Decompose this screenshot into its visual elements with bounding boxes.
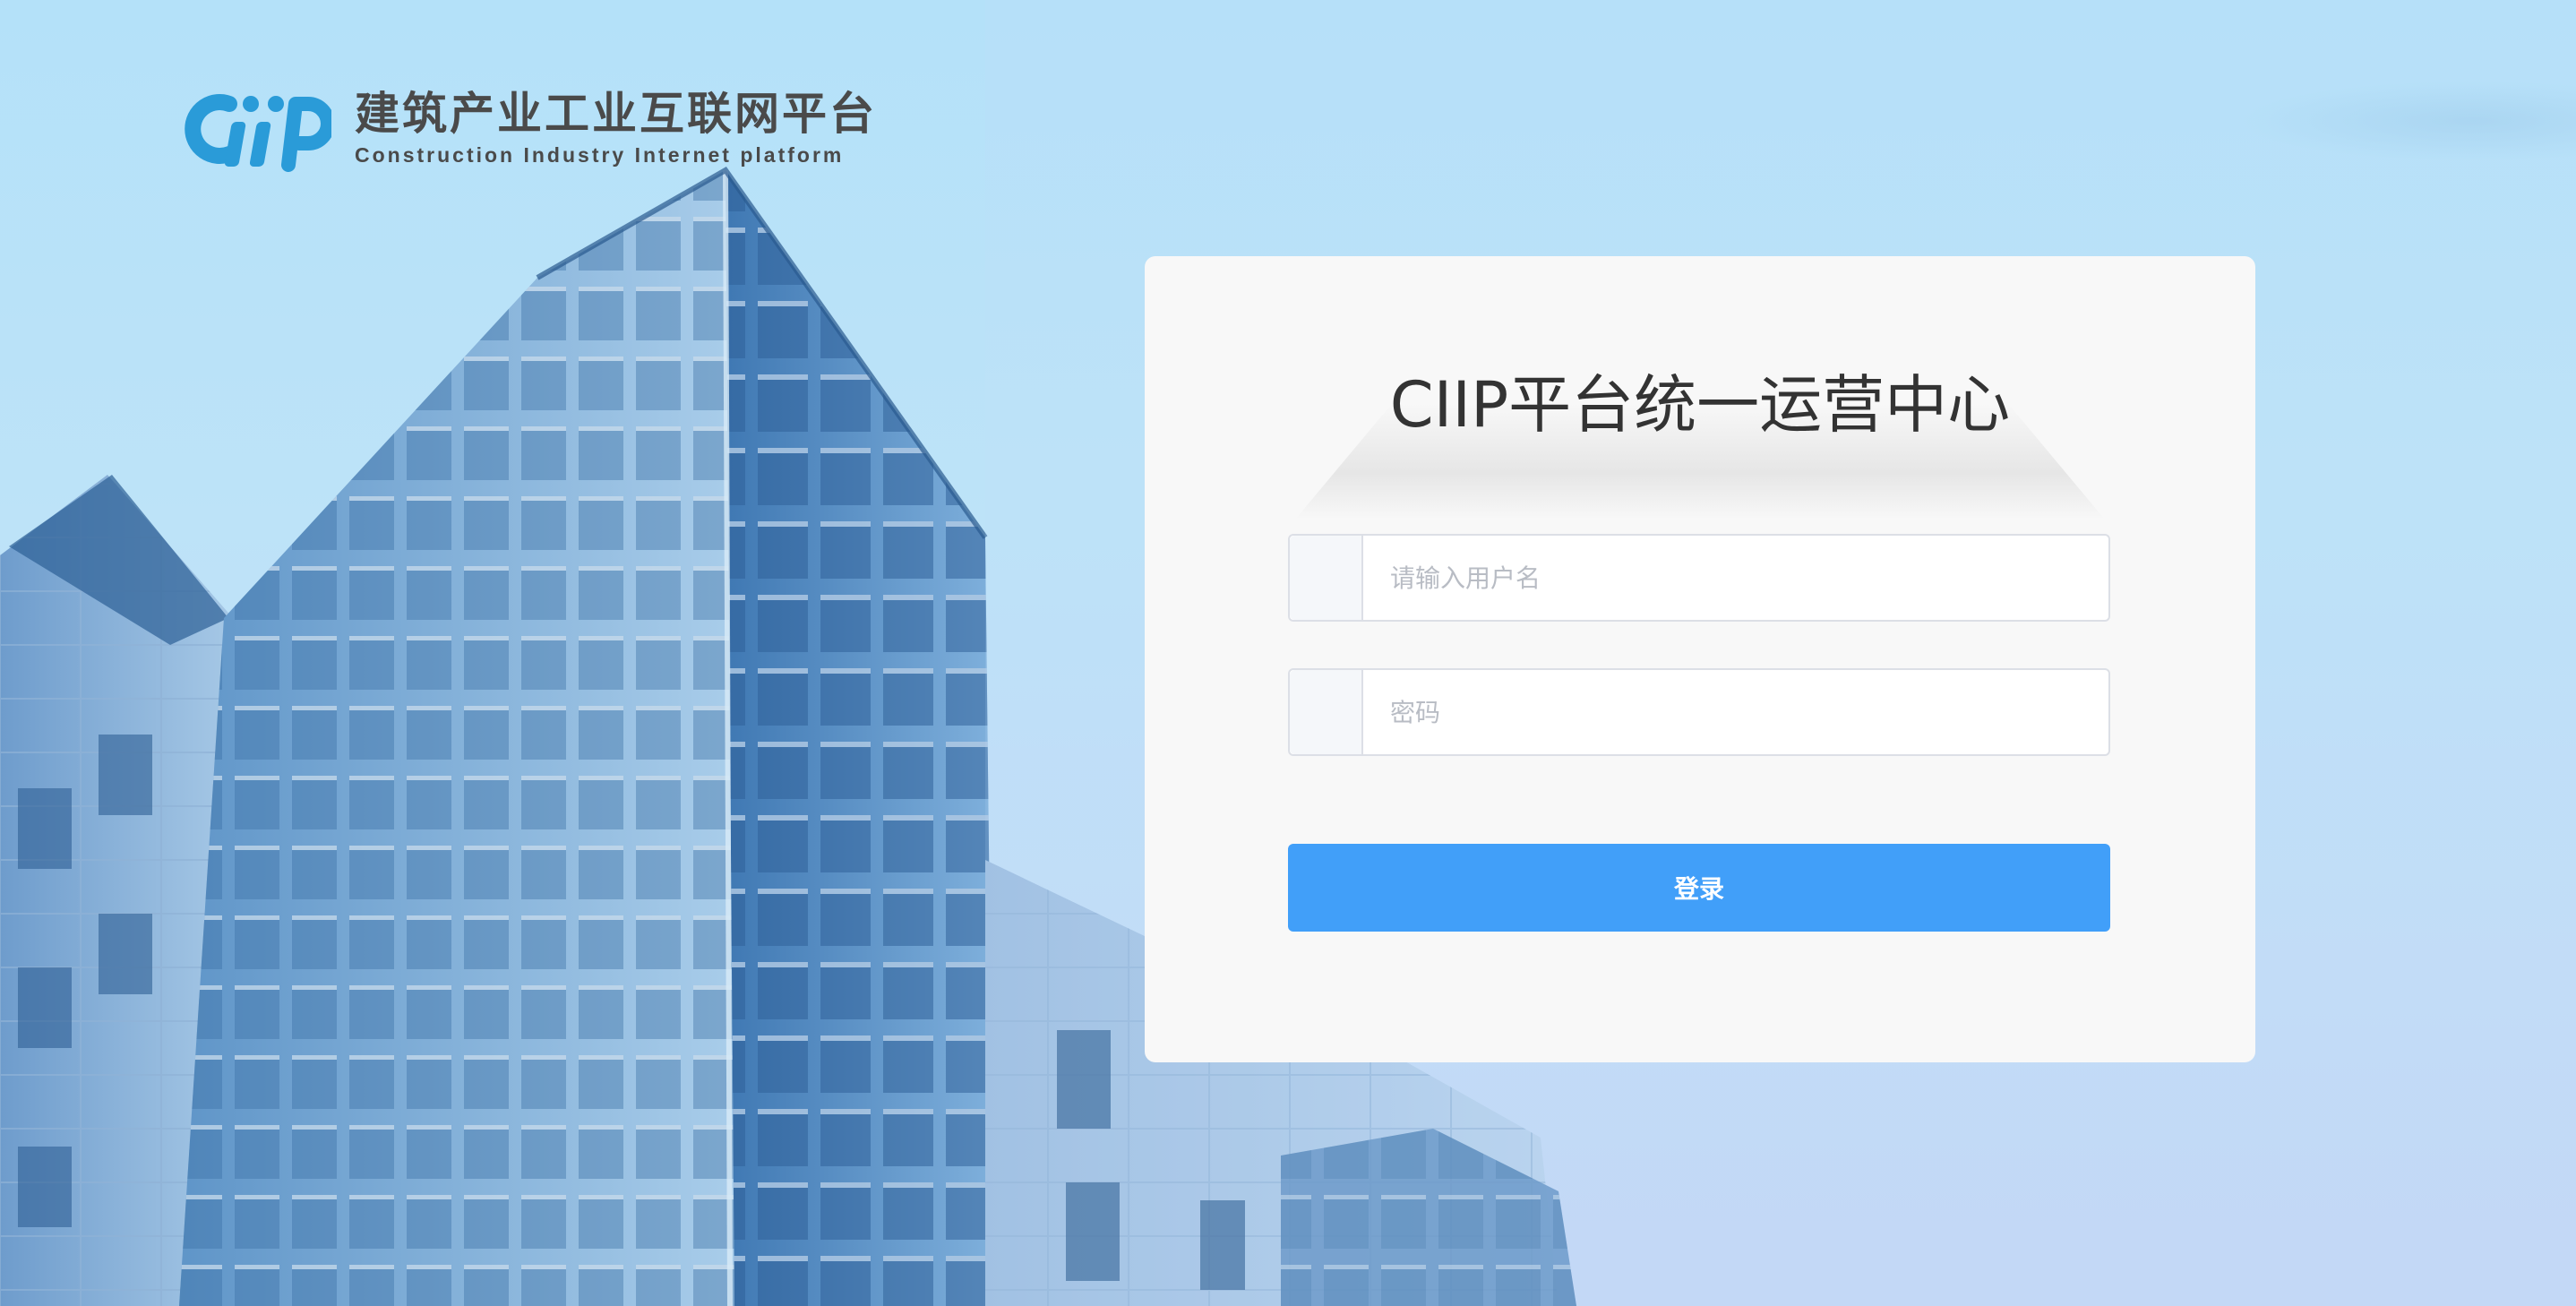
brand-text: 建筑产业工业互联网平台 Construction Industry Intern… [355,90,877,168]
brand-logo: 建筑产业工业互联网平台 Construction Industry Intern… [183,86,877,172]
username-field [1288,534,2110,622]
login-page: 建筑产业工业互联网平台 Construction Industry Intern… [0,0,2576,1306]
password-prefix [1290,670,1363,754]
ciip-logo-icon [185,94,331,172]
username-prefix [1290,536,1363,620]
login-title: CIIP平台统一运营中心 [1389,368,2011,442]
brand-name-en: Construction Industry Internet platform [355,142,845,167]
password-field [1288,668,2110,756]
login-button[interactable]: 登录 [1288,844,2110,932]
password-input[interactable] [1363,670,2108,754]
brand-name-cn: 建筑产业工业互联网平台 [355,88,877,141]
username-input[interactable] [1363,536,2108,620]
login-card: CIIP平台统一运营中心 登录 [1145,256,2255,1062]
